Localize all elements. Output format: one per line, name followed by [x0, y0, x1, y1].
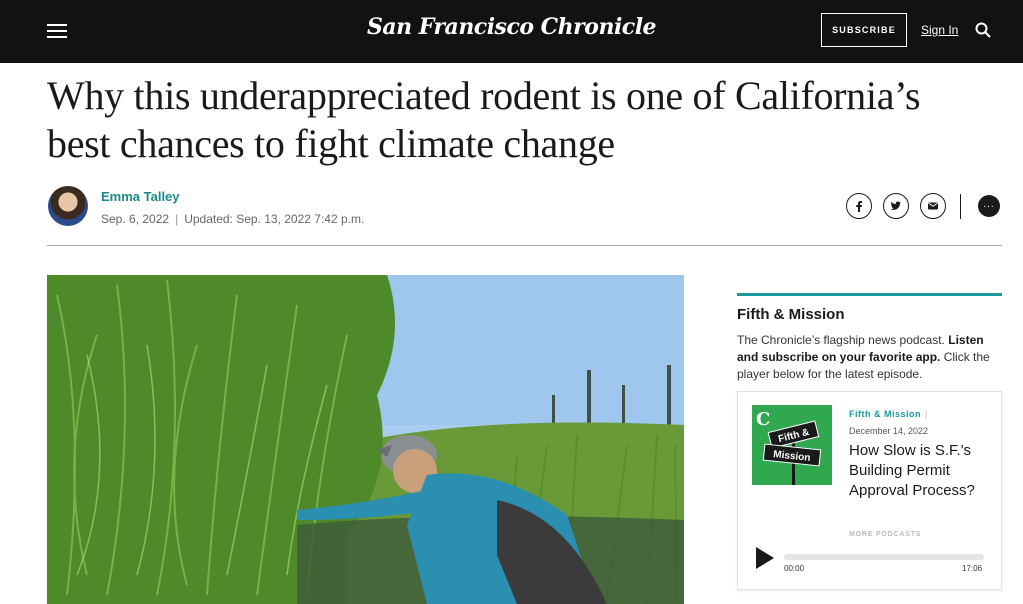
podcast-artwork[interactable]: C Fifth & Mission — [752, 405, 832, 485]
facebook-icon[interactable] — [846, 193, 872, 219]
sidebar-accent-bar — [737, 293, 1002, 296]
byline-divider — [47, 245, 1002, 246]
site-header: San Francisco Chronicle SUBSCRIBE Sign I… — [0, 0, 1023, 63]
playback-progress-bar[interactable] — [784, 554, 984, 560]
podcast-show-link[interactable]: Fifth & Mission — [849, 409, 921, 419]
article-headline: Why this underappreciated rodent is one … — [47, 73, 921, 166]
share-divider — [960, 194, 961, 219]
twitter-icon[interactable] — [883, 193, 909, 219]
podcast-description: The Chronicle’s flagship news podcast. L… — [737, 332, 999, 383]
author-name-link[interactable]: Emma Talley — [101, 189, 180, 204]
more-podcasts-link[interactable]: MORE PODCASTS — [849, 531, 921, 538]
episode-date: December 14, 2022 — [849, 426, 929, 436]
author-avatar[interactable] — [48, 186, 88, 226]
search-icon[interactable] — [975, 22, 991, 38]
elapsed-time: 00:00 — [784, 564, 805, 573]
hero-photo-illustration — [47, 275, 684, 604]
subscribe-button[interactable]: SUBSCRIBE — [821, 13, 907, 47]
sign-in-link[interactable]: Sign In — [921, 23, 958, 37]
podcast-artwork-graphic: C Fifth & Mission — [752, 405, 832, 485]
svg-text:C: C — [756, 409, 770, 430]
show-separator: | — [925, 409, 928, 419]
play-icon[interactable] — [756, 547, 774, 569]
article-hero-image[interactable] — [47, 275, 684, 604]
podcast-show-name: Fifth & Mission | — [849, 409, 928, 419]
article-dates: Sep. 6, 2022 | Updated: Sep. 13, 2022 7:42… — [101, 212, 364, 226]
published-date: Sep. 6, 2022 — [101, 212, 170, 226]
episode-title[interactable]: How Slow is S.F.'s Building Permit Appro… — [849, 441, 979, 501]
podcast-desc-start: The Chronicle’s flagship news podcast. — [737, 333, 949, 347]
date-separator: | — [175, 212, 179, 226]
total-duration: 17:06 — [962, 564, 983, 573]
comments-icon[interactable]: ... — [978, 195, 1000, 217]
podcast-player: C Fifth & Mission Fifth & Mission | Decem… — [737, 391, 1002, 590]
podcast-title: Fifth & Mission — [737, 306, 845, 323]
email-icon[interactable] — [920, 193, 946, 219]
updated-date: Updated: Sep. 13, 2022 7:42 p.m. — [184, 212, 365, 226]
